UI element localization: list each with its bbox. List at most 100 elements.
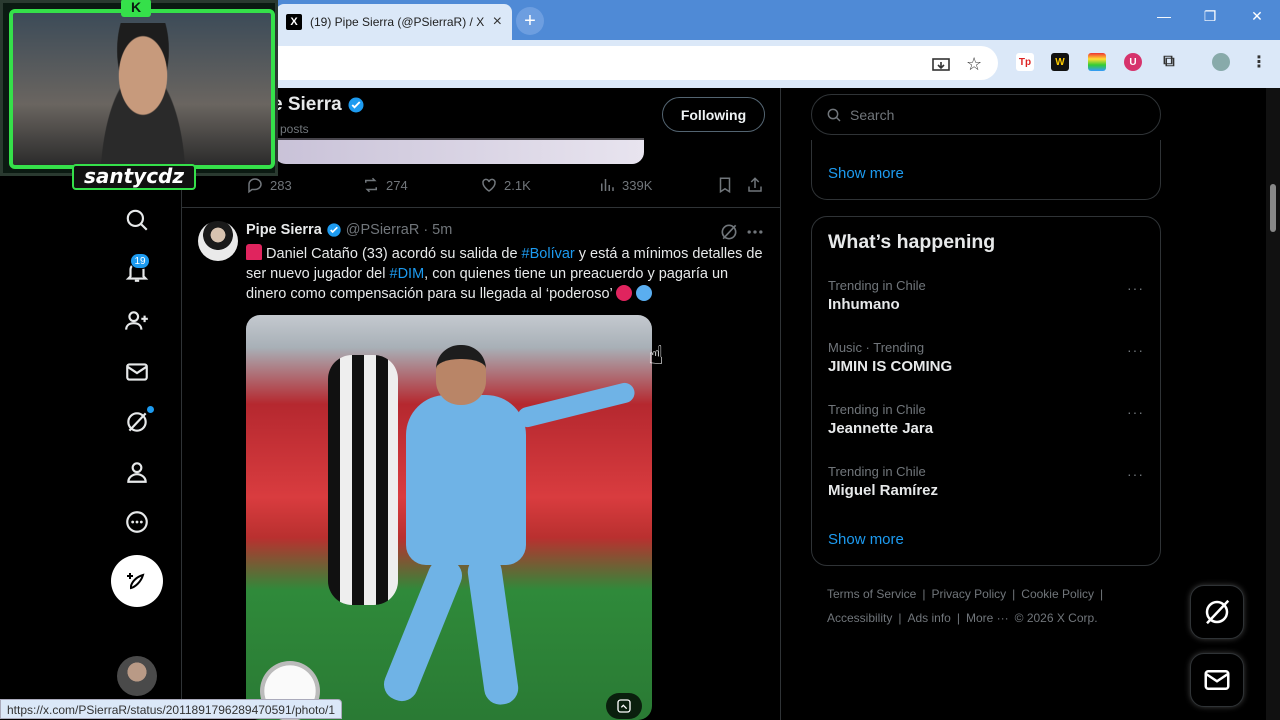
share-icon xyxy=(748,177,762,192)
bookmark-icon xyxy=(719,177,731,194)
compose-post-button[interactable] xyxy=(111,555,163,607)
trend-item[interactable]: Trending in Chile Jeannette Jara ··· xyxy=(828,402,1146,446)
whats-happening-card: What’s happening Trending in Chile Inhum… xyxy=(811,216,1161,566)
search-input[interactable]: Search xyxy=(811,94,1161,135)
page-scrollbar[interactable] xyxy=(1266,88,1280,720)
minimize-icon[interactable]: — xyxy=(1152,8,1176,24)
extension-u-icon[interactable]: U xyxy=(1124,53,1142,71)
new-tab-button[interactable]: + xyxy=(516,7,544,35)
blue-circle-emoji-icon xyxy=(636,285,653,301)
red-circle-emoji-icon xyxy=(616,285,633,301)
trend-more-icon[interactable]: ··· xyxy=(1127,466,1144,482)
search-icon xyxy=(827,108,841,122)
feather-plus-icon xyxy=(127,573,145,590)
notification-count-badge: 19 xyxy=(130,253,150,269)
browser-tab-active[interactable]: X (19) Pipe Sierra (@PSierraR) / X × xyxy=(276,4,512,40)
tweet-photo[interactable] xyxy=(246,315,652,720)
trend-item[interactable]: Trending in Chile Inhumano ··· xyxy=(828,278,1146,322)
hashtag-link[interactable]: #Bolívar xyxy=(522,246,575,262)
profile-name-text: e Sierra xyxy=(272,94,342,115)
main-timeline: e Sierra posts Following 283 274 2.1K 33… xyxy=(182,88,781,720)
show-more-link[interactable]: Show more xyxy=(828,531,904,548)
scrollbar-thumb[interactable] xyxy=(1270,184,1276,232)
trend-name: Inhumano xyxy=(828,296,900,313)
close-window-icon[interactable]: ✕ xyxy=(1245,8,1269,25)
share-action[interactable] xyxy=(746,176,764,194)
trend-item[interactable]: Trending in Chile Miguel Ramírez ··· xyxy=(828,464,1146,508)
install-app-icon[interactable] xyxy=(932,58,950,79)
explore-search-icon[interactable] xyxy=(122,205,152,235)
more-options-circle-icon[interactable] xyxy=(122,507,152,537)
trend-item[interactable]: Music · Trending JIMIN IS COMING ··· xyxy=(828,340,1146,384)
trend-more-icon[interactable]: ··· xyxy=(1127,280,1144,296)
grok-explain-icon[interactable] xyxy=(719,222,739,242)
trend-more-icon[interactable]: ··· xyxy=(1127,342,1144,358)
webcam-person xyxy=(83,23,203,165)
tab-close-icon[interactable]: × xyxy=(493,13,502,31)
trend-meta: Music · Trending xyxy=(828,340,925,355)
footer-link[interactable]: Cookie Policy xyxy=(1021,587,1094,601)
heart-icon xyxy=(482,178,496,192)
footer-link[interactable]: More ··· xyxy=(966,611,1009,625)
hashtag-link[interactable]: #DIM xyxy=(390,266,425,282)
media-alt-icon[interactable] xyxy=(606,693,642,719)
footer-link[interactable]: Accessibility xyxy=(827,611,892,625)
profile-post-count: posts xyxy=(280,122,309,136)
status-bar-url: https://x.com/PSierraR/status/2011891796… xyxy=(0,699,343,719)
more-options-icon[interactable] xyxy=(745,222,765,242)
messages-float-button[interactable] xyxy=(1190,653,1244,707)
browser-menu-icon[interactable]: ⋮ xyxy=(1250,53,1268,71)
footer-links-row2: Accessibility | Ads info | More ··· © 2026… xyxy=(827,611,1098,625)
address-bar[interactable]: ☆ xyxy=(200,46,998,80)
footer-links-row1: Terms of Service | Privacy Policy | Cookie… xyxy=(827,587,1104,601)
author-avatar[interactable] xyxy=(198,221,238,261)
extension-color-icon[interactable] xyxy=(1088,53,1106,71)
extension-w-icon[interactable]: W xyxy=(1051,53,1069,71)
account-avatar[interactable] xyxy=(117,656,157,696)
profile-avatar-icon[interactable] xyxy=(1212,53,1230,71)
tweet-text: Daniel Cataño (33) acordó su salida de #… xyxy=(246,244,766,304)
post-divider xyxy=(182,207,780,208)
trend-meta: Trending in Chile xyxy=(828,402,926,417)
streamer-name: santycdz xyxy=(72,164,196,190)
show-more-link[interactable]: Show more xyxy=(828,165,904,182)
grok-float-button[interactable] xyxy=(1190,585,1244,639)
search-placeholder: Search xyxy=(850,106,895,123)
messages-envelope-icon[interactable] xyxy=(122,357,152,387)
restore-icon[interactable]: ❐ xyxy=(1198,8,1222,25)
tweet-header: Pipe Sierra @PSierraR · 5m xyxy=(246,222,452,238)
trend-meta: Trending in Chile xyxy=(828,464,926,479)
footer-link[interactable]: Privacy Policy xyxy=(931,587,1006,601)
footer-copyright: © 2026 X Corp. xyxy=(1014,611,1098,625)
footer-link[interactable]: Terms of Service xyxy=(827,587,916,601)
views-action[interactable]: 339K xyxy=(598,176,652,194)
whats-happening-title: What’s happening xyxy=(828,231,996,253)
bookmark-action[interactable] xyxy=(716,176,734,194)
grok-unread-dot xyxy=(147,406,154,413)
follow-people-icon[interactable] xyxy=(122,306,152,336)
envelope-icon xyxy=(1204,670,1230,690)
reply-action[interactable]: 283 xyxy=(246,176,292,194)
webcam-overlay: K xyxy=(0,0,278,176)
bookmark-star-icon[interactable]: ☆ xyxy=(966,54,982,75)
grok-icon xyxy=(1205,599,1230,625)
siren-emoji-icon xyxy=(246,244,262,260)
previous-post-media[interactable] xyxy=(274,138,644,164)
repost-action[interactable]: 274 xyxy=(362,176,408,194)
views-bar-chart-icon xyxy=(601,179,614,191)
footer-link[interactable]: Ads info xyxy=(907,611,950,625)
author-name[interactable]: Pipe Sierra xyxy=(246,222,322,238)
profile-person-icon[interactable] xyxy=(122,457,152,487)
author-handle[interactable]: @PSierraR xyxy=(346,222,420,238)
trend-more-icon[interactable]: ··· xyxy=(1127,404,1144,420)
reply-count: 283 xyxy=(270,177,292,193)
trend-meta: Trending in Chile xyxy=(828,278,926,293)
verified-badge-icon xyxy=(348,97,364,113)
following-button[interactable]: Following xyxy=(662,97,765,132)
profile-name: e Sierra xyxy=(272,94,365,116)
like-action[interactable]: 2.1K xyxy=(480,176,531,194)
extension-tp-icon[interactable]: Tp xyxy=(1016,53,1034,71)
like-count: 2.1K xyxy=(504,177,531,193)
extensions-puzzle-icon[interactable]: ⧉ xyxy=(1160,53,1178,71)
tweet-time[interactable]: · 5m xyxy=(423,222,452,238)
